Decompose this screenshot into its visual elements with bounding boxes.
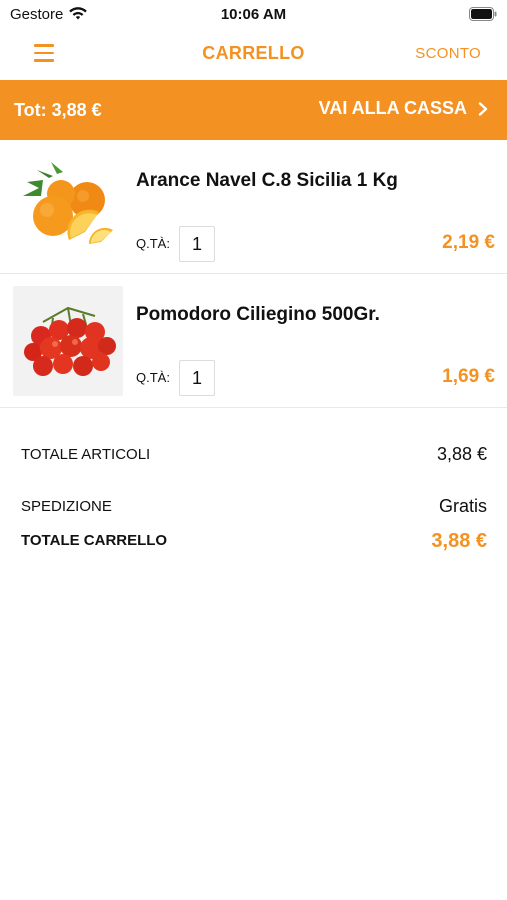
checkout-total: Tot: 3,88 € (14, 100, 102, 120)
status-bar: Gestore 10:06 AM (0, 0, 507, 30)
items-total-label: TOTALE ARTICOLI (21, 446, 151, 463)
cart-total-label: TOTALE CARRELLO (21, 532, 168, 549)
product-price: 1,69 € (442, 366, 495, 387)
go-to-checkout-label: VAI ALLA CASSA (318, 98, 467, 118)
product-image-cherry-tomatoes (13, 286, 123, 396)
shipping-label: SPEDIZIONE (21, 498, 112, 515)
quantity-field[interactable]: 1 (179, 226, 215, 262)
checkout-bar: Tot: 3,88 € VAI ALLA CASSA (0, 80, 507, 140)
quantity-label: Q.TÀ: (136, 236, 170, 251)
items-total-value: 3,88 € (436, 444, 487, 464)
quantity-field[interactable]: 1 (179, 360, 215, 396)
oranges-icon (13, 152, 123, 262)
cart-total-value: 3,88 € (431, 530, 487, 552)
discount-button[interactable]: SCONTO (415, 45, 481, 62)
product-name: Pomodoro Ciliegino 500Gr. (136, 304, 380, 325)
cherry-tomatoes-icon (13, 286, 123, 396)
cart-item[interactable]: Pomodoro Ciliegino 500Gr. Q.TÀ: 1 1,69 € (0, 274, 507, 408)
chevron-right-icon (478, 101, 488, 116)
battery-icon (469, 7, 497, 21)
shipping-value: Gratis (438, 496, 487, 516)
cart-item[interactable]: Arance Navel C.8 Sicilia 1 Kg Q.TÀ: 1 2,… (0, 140, 507, 274)
product-name: Arance Navel C.8 Sicilia 1 Kg (136, 170, 398, 191)
quantity-label: Q.TÀ: (136, 370, 170, 385)
navigation-bar: CARRELLO SCONTO (0, 30, 507, 80)
product-image-oranges (13, 152, 123, 262)
status-time: 10:06 AM (220, 6, 287, 23)
go-to-checkout-button[interactable]: VAI ALLA CASSA (319, 98, 489, 119)
product-price: 2,19 € (442, 232, 495, 253)
